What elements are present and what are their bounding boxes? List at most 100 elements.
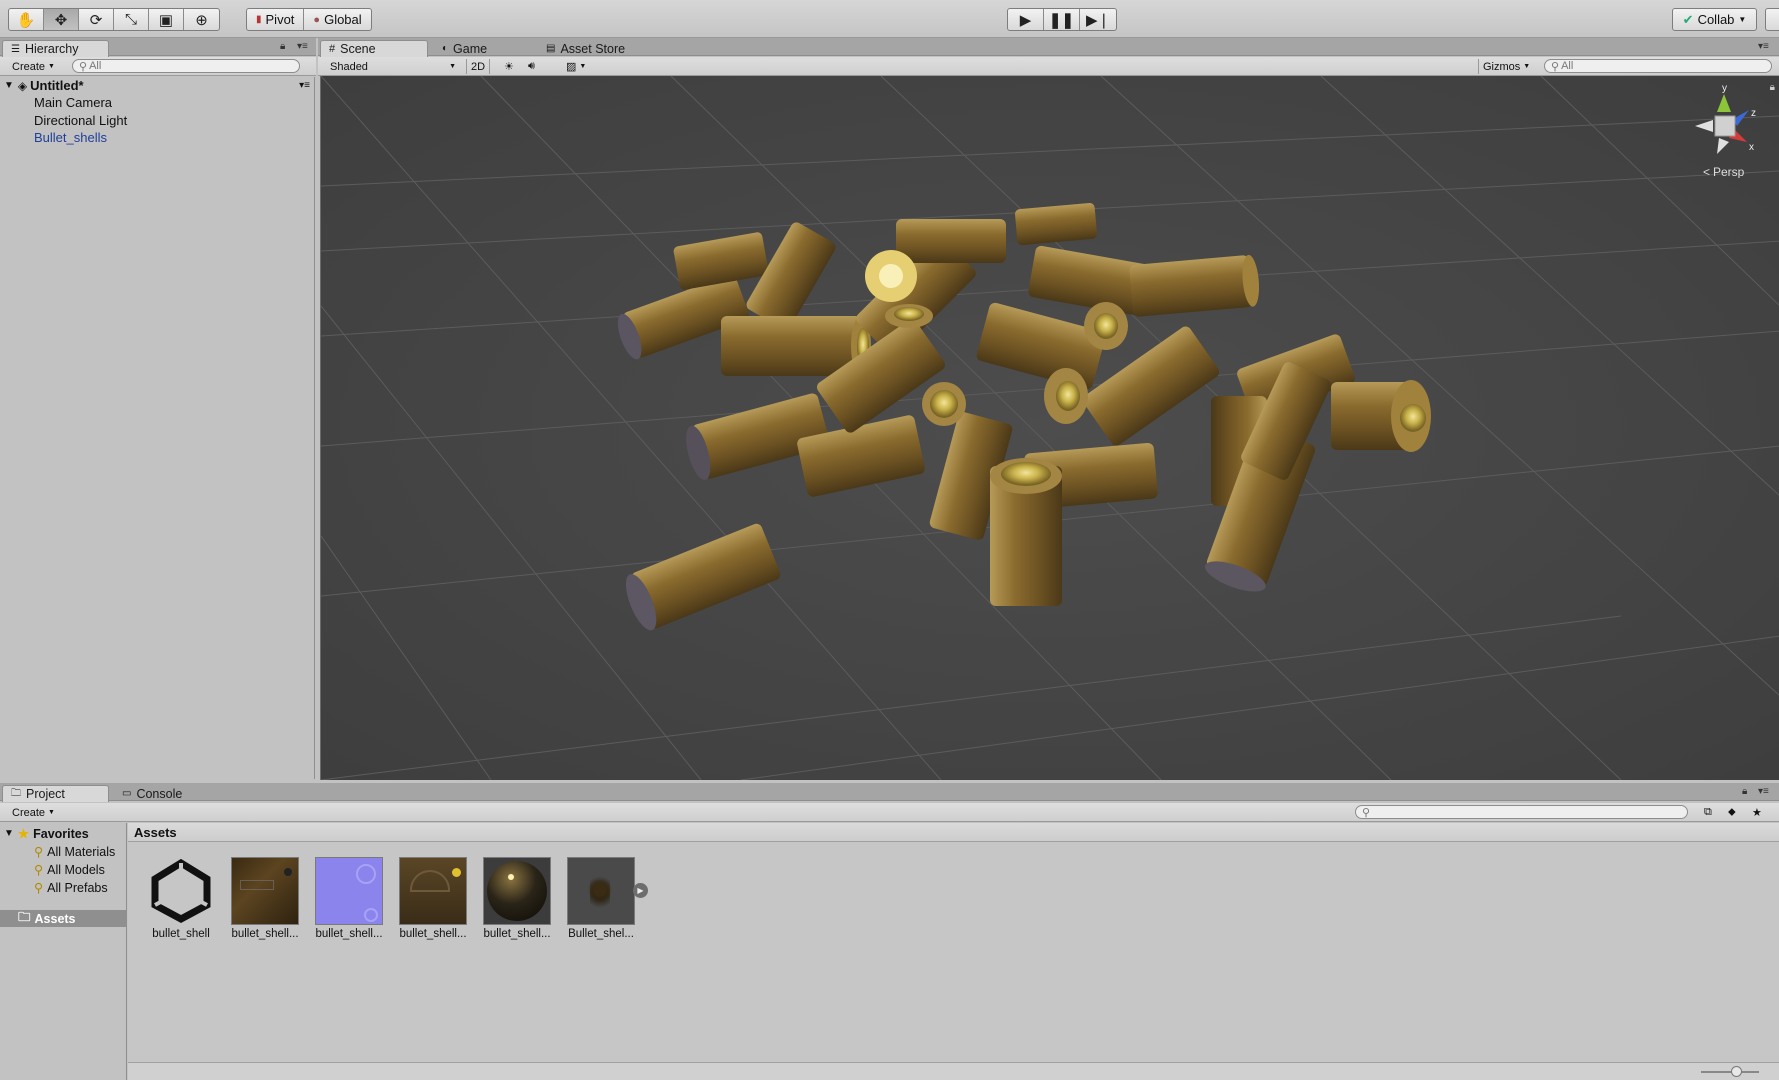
project-create-button[interactable]: Create ▼: [8, 805, 59, 820]
hierarchy-item-bullet-shells[interactable]: Bullet_shells: [34, 129, 107, 146]
star-icon: ★: [17, 827, 30, 841]
filter-by-label-button[interactable]: ⬥: [1724, 805, 1740, 820]
favorite-all-models[interactable]: ⚲ All Models: [34, 861, 105, 878]
tab-scene[interactable]: # Scene: [320, 40, 428, 57]
asset-item[interactable]: bullet_shell...: [475, 857, 559, 940]
tab-hierarchy[interactable]: ☰ Hierarchy: [2, 40, 109, 57]
scene-render: [321, 76, 1779, 780]
asset-item[interactable]: Bullet_shel... ▶: [559, 857, 648, 940]
hand-tool-button[interactable]: ✋: [9, 9, 44, 30]
search-placeholder: All: [89, 60, 102, 72]
pivot-toggle[interactable]: ▮ Pivot: [247, 9, 305, 30]
scene-tabbar: # Scene ◐ Game ▤ Asset Store ▾≡: [318, 38, 1779, 57]
account-button[interactable]: [1765, 8, 1779, 31]
step-button[interactable]: ▶❘: [1080, 9, 1116, 30]
transform-tools: ✋ ✥ ⟳ ⤡ ▣ ⊕: [8, 8, 220, 31]
asset-item[interactable]: bullet_shell...: [391, 857, 475, 940]
dropdown-arrow-icon: ▼: [1738, 15, 1747, 24]
transform-tool-button[interactable]: ⊕: [184, 9, 219, 30]
panel-menu-icon[interactable]: ▾≡: [1758, 41, 1769, 52]
lock-icon[interactable]: 🔒︎: [1742, 786, 1747, 797]
filter-by-type-button[interactable]: ⧉: [1700, 805, 1716, 820]
play-button[interactable]: ▶: [1008, 9, 1044, 30]
2d-toggle[interactable]: 2D: [466, 59, 491, 74]
collab-button[interactable]: ✔ Collab ▼: [1672, 8, 1757, 31]
tab-console[interactable]: ▭ Console: [114, 785, 192, 802]
scene-menu-icon[interactable]: ▾≡: [299, 80, 310, 91]
tab-asset-store[interactable]: ▤ Asset Store: [538, 40, 635, 57]
item-label: Main Camera: [34, 95, 113, 110]
hierarchy-tabbar: ☰ Hierarchy 🔒︎ ▾≡: [0, 38, 316, 57]
unity-scene-icon: ◈: [17, 78, 28, 93]
dropdown-arrow-icon: ▼: [1523, 63, 1531, 70]
search-folder-icon: ⚲: [34, 863, 44, 877]
asset-item[interactable]: bullet_shell...: [307, 857, 391, 940]
breadcrumb-label[interactable]: Assets: [134, 825, 177, 840]
search-icon: ⚲: [1362, 806, 1371, 819]
project-search-input[interactable]: ⚲: [1355, 805, 1688, 819]
tag-icon: ⬥: [1728, 806, 1736, 818]
dropdown-arrow-icon: ▼: [48, 809, 55, 816]
asset-item[interactable]: bullet_shell: [139, 857, 223, 940]
global-toggle[interactable]: ● Global: [304, 9, 370, 30]
create-label: Create: [12, 60, 46, 73]
save-search-button[interactable]: ★: [1748, 805, 1766, 820]
hierarchy-item-directional-light[interactable]: Directional Light: [34, 112, 127, 129]
expand-prefab-icon[interactable]: ▶: [633, 883, 648, 898]
hierarchy-search-input[interactable]: ⚲ All: [72, 59, 300, 73]
unity-logo-icon: [147, 857, 215, 925]
panel-menu-icon[interactable]: ▾≡: [1758, 786, 1769, 797]
item-label: Bullet_shells: [34, 130, 107, 145]
search-icon: ⚲: [79, 60, 88, 73]
gizmos-dropdown[interactable]: Gizmos ▼: [1478, 59, 1534, 74]
grid-icon: #: [329, 43, 336, 55]
collab-label: Collab: [1697, 12, 1735, 27]
scene-viewport[interactable]: y z x < Persp 🔒︎: [320, 76, 1779, 780]
favorite-all-prefabs[interactable]: ⚲ All Prefabs: [34, 879, 108, 896]
game-tab-label: Game: [453, 41, 488, 56]
pause-button[interactable]: ❚❚: [1044, 9, 1080, 30]
orientation-gizmo[interactable]: y z x < Persp: [1689, 82, 1765, 179]
svg-text:<: <: [1703, 165, 1710, 178]
favorites-row[interactable]: ▼ ★ Favorites: [4, 825, 89, 842]
texture-thumbnail-icon: [231, 857, 299, 925]
pivot-icon: ▮: [256, 14, 262, 25]
console-icon: ▭: [122, 788, 132, 799]
rect-tool-button[interactable]: ▣: [149, 9, 184, 30]
audio-toggle[interactable]: 🔊︎: [524, 59, 539, 74]
play-icon: ▶: [1019, 11, 1032, 29]
move-tool-button[interactable]: ✥: [44, 9, 79, 30]
hierarchy-tab-label: Hierarchy: [24, 42, 79, 56]
project-tab-label: Project: [26, 787, 65, 801]
item-label: Directional Light: [34, 113, 128, 128]
panel-menu-icon[interactable]: ▾≡: [297, 41, 308, 52]
scene-row[interactable]: ▼ ◈ Untitled* ▾≡: [4, 77, 310, 94]
asset-item[interactable]: bullet_shell...: [223, 857, 307, 940]
hierarchy-create-button[interactable]: Create ▼: [8, 59, 59, 74]
rotate-tool-button[interactable]: ⟳: [79, 9, 114, 30]
hierarchy-subbar: Create ▼ ⚲ All: [0, 57, 316, 76]
scene-lock-icon[interactable]: 🔒︎: [1770, 82, 1775, 93]
favorite-all-materials[interactable]: ⚲ All Materials: [34, 843, 115, 860]
scale-tool-button[interactable]: ⤡: [114, 9, 149, 30]
hierarchy-item-main-camera[interactable]: Main Camera: [34, 94, 112, 111]
project-footer: [128, 1062, 1779, 1080]
asset-label: bullet_shell...: [483, 928, 551, 940]
effects-dropdown[interactable]: ▨ ▼: [562, 59, 590, 74]
lighting-toggle[interactable]: ☀: [500, 59, 518, 74]
speaker-icon: 🔊︎: [528, 60, 535, 72]
hand-icon: ✋: [16, 11, 36, 29]
scene-search-input[interactable]: ⚲ All: [1544, 59, 1772, 73]
tab-game[interactable]: ◐ Game: [434, 40, 497, 57]
shading-mode-dropdown[interactable]: Shaded ▼: [326, 59, 460, 74]
list-icon: ☰: [11, 43, 20, 55]
check-icon: ✔: [1682, 11, 1694, 27]
zoom-slider[interactable]: [1701, 1066, 1759, 1077]
tab-project[interactable]: 🗀 Project: [2, 785, 109, 802]
zoom-slider-thumb[interactable]: [1731, 1066, 1742, 1077]
favorites-label: Favorites: [33, 826, 89, 841]
scene-name: Untitled*: [30, 78, 84, 93]
project-tabbar: 🗀 Project ▭ Console 🔒︎ ▾≡: [0, 783, 1779, 802]
lock-icon[interactable]: 🔒︎: [280, 41, 285, 52]
assets-folder-row[interactable]: 🗀 Assets: [0, 910, 127, 927]
